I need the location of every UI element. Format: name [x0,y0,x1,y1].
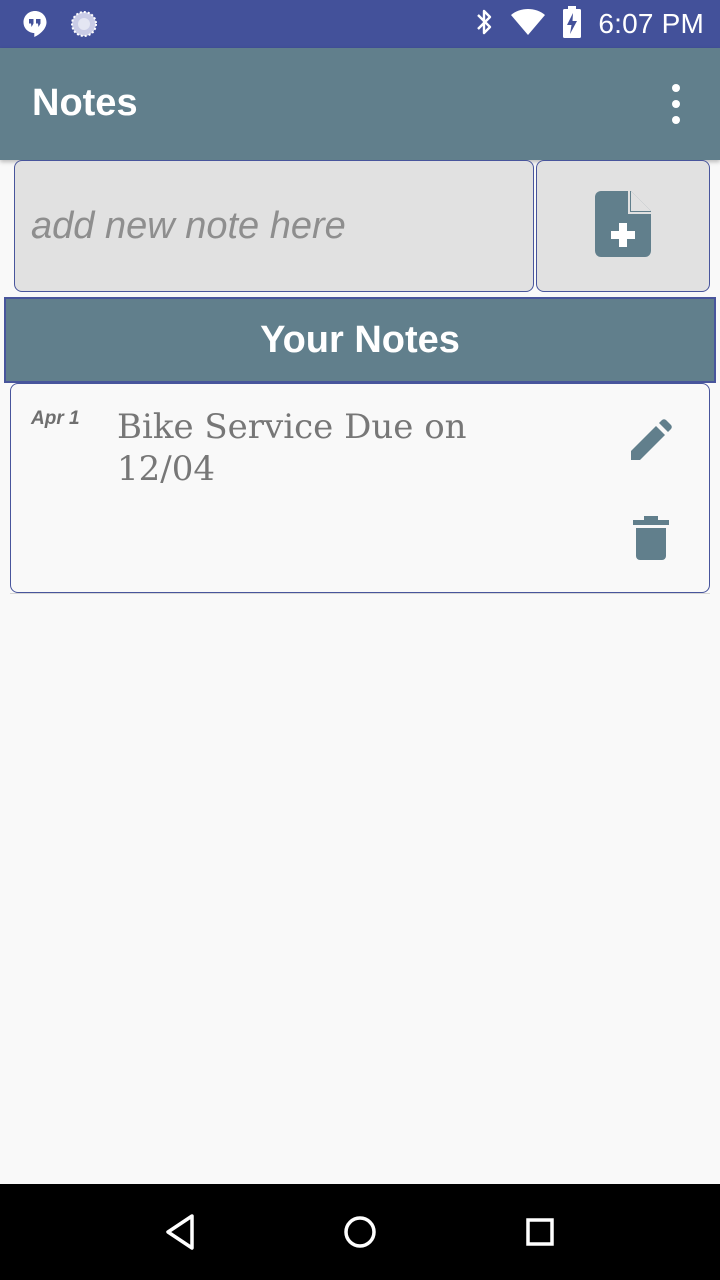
trash-icon [633,516,669,564]
edit-note-button[interactable] [629,418,673,462]
delete-note-button[interactable] [633,516,669,560]
app-title: Notes [32,82,138,124]
note-date: Apr 1 [31,408,80,429]
navigation-bar [0,1184,720,1280]
hangouts-icon [22,10,48,42]
app-bar: Notes [0,48,720,160]
battery-charging-icon [562,6,582,42]
new-note-input[interactable] [14,160,534,292]
more-vert-dot [672,100,680,108]
home-icon[interactable] [342,1214,378,1254]
loading-icon [70,10,98,42]
note-text: Bike Service Due on 12/04 [117,407,467,489]
list-divider [10,593,710,594]
more-vert-dot [672,116,680,124]
wifi-icon [510,8,546,40]
more-vert-icon [672,84,680,92]
new-note-row [10,160,712,296]
bluetooth-icon [474,7,494,41]
status-time: 6:07 PM [598,8,704,39]
note-card[interactable]: Apr 1 Bike Service Due on 12/04 [10,383,710,593]
overflow-menu-button[interactable] [660,84,692,124]
your-notes-header: Your Notes [4,297,716,383]
add-note-button[interactable] [536,160,710,292]
recents-icon[interactable] [526,1218,554,1250]
status-bar: 6:07 PM [0,0,720,48]
pencil-icon [629,419,673,466]
note-add-icon [595,191,651,261]
back-icon[interactable] [162,1212,198,1256]
